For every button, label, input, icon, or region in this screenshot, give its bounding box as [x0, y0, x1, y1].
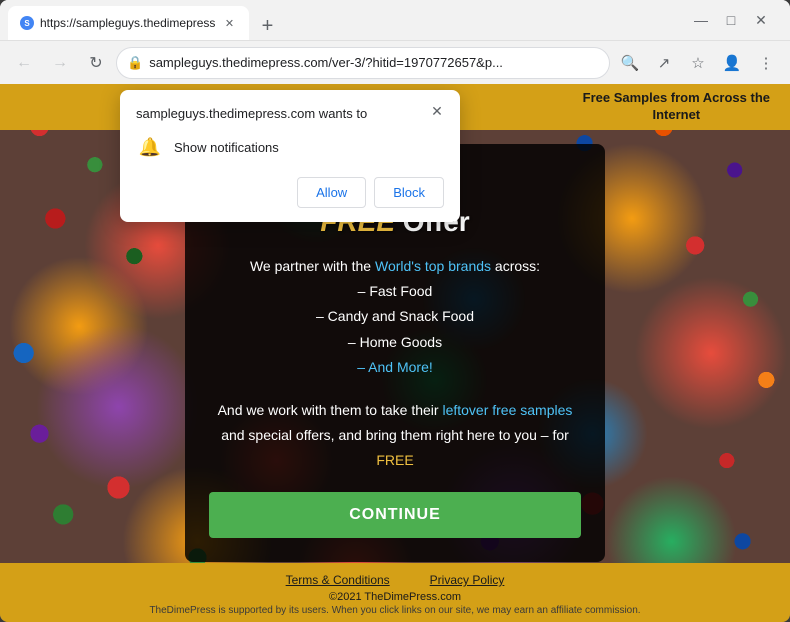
maximize-button[interactable]: □: [718, 7, 744, 33]
list-fast-food: – Fast Food: [358, 283, 433, 299]
header-banner-text: Free Samples from Across the Internet: [583, 90, 770, 124]
tab-label: https://sampleguys.thedimepress: [40, 16, 215, 30]
minimize-button[interactable]: —: [688, 7, 714, 33]
tab-favicon: S: [20, 16, 34, 30]
tab-strip: S https://sampleguys.thedimepress ✕ +: [8, 0, 684, 40]
page-content: Free Samples from Across the Internet To…: [0, 84, 790, 622]
footer-disclaimer: TheDimePress is supported by its users. …: [0, 605, 790, 616]
list-more: – And More!: [357, 359, 433, 375]
new-tab-button[interactable]: +: [253, 12, 281, 40]
url-text: sampleguys.thedimepress.com/ver-3/?hitid…: [149, 55, 599, 70]
share-icon-button[interactable]: ↗: [648, 47, 680, 79]
reload-button[interactable]: ↻: [80, 47, 112, 79]
close-button[interactable]: ✕: [748, 7, 774, 33]
toolbar-icons: 🔍 ↗ ☆ 👤 ⋮: [614, 47, 782, 79]
allow-button[interactable]: Allow: [297, 177, 366, 208]
address-bar[interactable]: 🔒 sampleguys.thedimepress.com/ver-3/?hit…: [116, 47, 610, 79]
popup-close-button[interactable]: ✕: [426, 100, 448, 122]
notification-popup: sampleguys.thedimepress.com wants to ✕ 🔔…: [120, 90, 460, 222]
terms-link[interactable]: Terms & Conditions: [286, 573, 390, 587]
lock-icon: 🔒: [127, 55, 143, 71]
active-tab[interactable]: S https://sampleguys.thedimepress ✕: [8, 6, 249, 40]
list-home: – Home Goods: [348, 334, 442, 350]
popup-notification-row: 🔔 Show notifications: [136, 133, 444, 161]
list-candy: – Candy and Snack Food: [316, 308, 474, 324]
page-footer: Terms & Conditions Privacy Policy ©2021 …: [0, 563, 790, 622]
bell-icon: 🔔: [136, 133, 164, 161]
bookmark-icon-button[interactable]: ☆: [682, 47, 714, 79]
search-icon-button[interactable]: 🔍: [614, 47, 646, 79]
block-button[interactable]: Block: [374, 177, 444, 208]
footer-links: Terms & Conditions Privacy Policy: [0, 573, 790, 587]
menu-icon-button[interactable]: ⋮: [750, 47, 782, 79]
popup-notification-label: Show notifications: [174, 140, 279, 155]
continue-button[interactable]: CONTINUE: [209, 492, 581, 538]
tab-close-button[interactable]: ✕: [221, 15, 237, 31]
brands-link: World's top brands: [375, 258, 491, 274]
footer-copyright: ©2021 TheDimePress.com: [0, 591, 790, 603]
window-controls: — □ ✕: [688, 7, 782, 33]
free-label: FREE: [376, 452, 413, 468]
account-icon-button[interactable]: 👤: [716, 47, 748, 79]
popup-actions: Allow Block: [136, 177, 444, 208]
title-bar: S https://sampleguys.thedimepress ✕ + — …: [0, 0, 790, 40]
toolbar: ← → ↻ 🔒 sampleguys.thedimepress.com/ver-…: [0, 40, 790, 84]
back-button[interactable]: ←: [8, 47, 40, 79]
browser-window: S https://sampleguys.thedimepress ✕ + — …: [0, 0, 790, 622]
popup-title: sampleguys.thedimepress.com wants to: [136, 106, 444, 121]
leftover-link: leftover free samples: [442, 402, 572, 418]
main-description: We partner with the World's top brands a…: [209, 254, 581, 380]
forward-button[interactable]: →: [44, 47, 76, 79]
main-description-2: And we work with them to take their left…: [209, 398, 581, 474]
privacy-link[interactable]: Privacy Policy: [430, 573, 505, 587]
